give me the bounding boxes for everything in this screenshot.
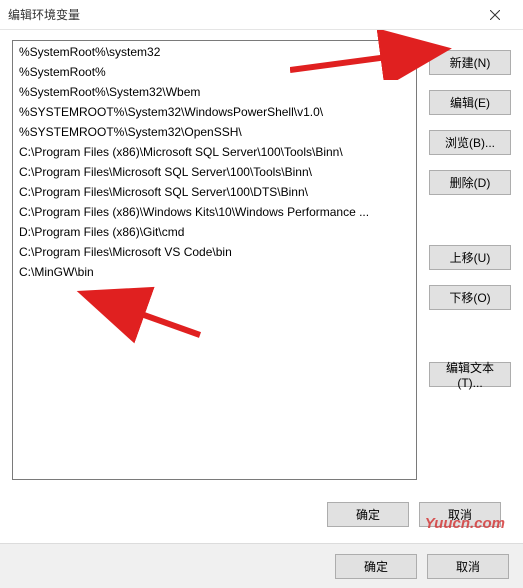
inner-ok-button[interactable]: 确定	[327, 502, 409, 527]
list-item[interactable]: C:\Program Files\Microsoft SQL Server\10…	[13, 182, 416, 202]
dialog-content: %SystemRoot%\system32%SystemRoot%%System…	[0, 30, 523, 588]
list-item[interactable]: C:\Program Files (x86)\Windows Kits\10\W…	[13, 202, 416, 222]
edit-button[interactable]: 编辑(E)	[429, 90, 511, 115]
close-icon	[490, 10, 500, 20]
inner-footer: 确定 取消	[12, 480, 511, 527]
list-item[interactable]: %SystemRoot%\System32\Wbem	[13, 82, 416, 102]
list-item[interactable]: %SYSTEMROOT%\System32\OpenSSH\	[13, 122, 416, 142]
new-button[interactable]: 新建(N)	[429, 50, 511, 75]
path-listbox[interactable]: %SystemRoot%\system32%SystemRoot%%System…	[12, 40, 417, 480]
list-item[interactable]: C:\Program Files\Microsoft VS Code\bin	[13, 242, 416, 262]
list-item[interactable]: C:\Program Files\Microsoft SQL Server\10…	[13, 162, 416, 182]
list-item[interactable]: C:\MinGW\bin	[13, 262, 416, 282]
outer-cancel-button[interactable]: 取消	[427, 554, 509, 579]
outer-ok-button[interactable]: 确定	[335, 554, 417, 579]
list-item[interactable]: %SystemRoot%\system32	[13, 42, 416, 62]
title-bar: 编辑环境变量	[0, 0, 523, 30]
list-item[interactable]: C:\Program Files (x86)\Microsoft SQL Ser…	[13, 142, 416, 162]
outer-footer: 确定 取消	[0, 543, 523, 588]
list-item[interactable]: %SYSTEMROOT%\System32\WindowsPowerShell\…	[13, 102, 416, 122]
list-item[interactable]: %SystemRoot%	[13, 62, 416, 82]
inner-cancel-button[interactable]: 取消	[419, 502, 501, 527]
side-button-column: 新建(N) 编辑(E) 浏览(B)... 删除(D) 上移(U) 下移(O) 编…	[429, 40, 511, 480]
edit-text-button[interactable]: 编辑文本(T)...	[429, 362, 511, 387]
delete-button[interactable]: 删除(D)	[429, 170, 511, 195]
move-down-button[interactable]: 下移(O)	[429, 285, 511, 310]
close-button[interactable]	[475, 1, 515, 29]
browse-button[interactable]: 浏览(B)...	[429, 130, 511, 155]
dialog-title: 编辑环境变量	[8, 6, 475, 23]
move-up-button[interactable]: 上移(U)	[429, 245, 511, 270]
list-item[interactable]: D:\Program Files (x86)\Git\cmd	[13, 222, 416, 242]
